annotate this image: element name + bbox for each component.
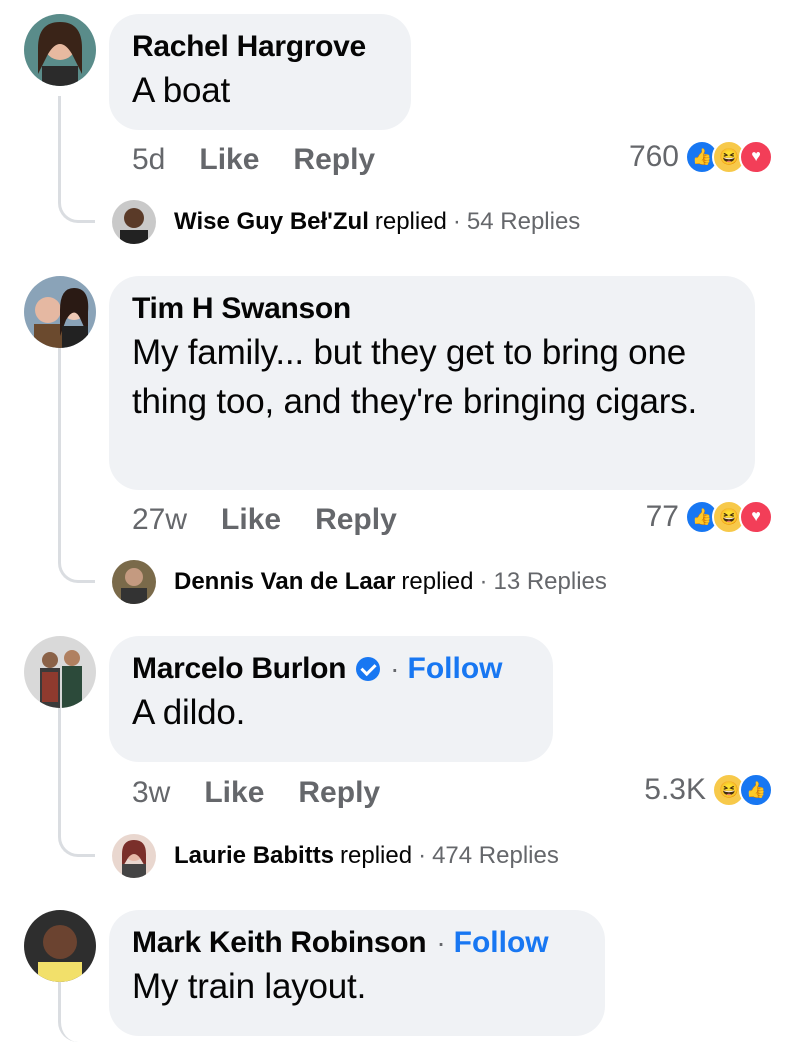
reply-preview[interactable]: Wise Guy Beł'Zul replied · 54 Replies: [112, 200, 580, 244]
comment-actions: 5d Like Reply: [132, 143, 409, 177]
separator-dot: ·: [452, 208, 461, 235]
reply-preview[interactable]: Dennis Van de Laar replied · 13 Replies: [112, 560, 607, 604]
thread-line: [58, 348, 95, 583]
comment-author[interactable]: Marcelo Burlon: [132, 652, 346, 686]
reaction-summary[interactable]: 760 👍 😆 ♥: [629, 140, 773, 174]
follow-button[interactable]: Follow: [454, 926, 549, 960]
love-reaction-icon: ♥: [739, 140, 773, 174]
reply-count: 54 Replies: [466, 208, 581, 235]
avatar[interactable]: [24, 276, 96, 348]
thread-line: [58, 708, 95, 857]
comment-actions: 3w Like Reply: [132, 776, 414, 810]
comment-text: My train layout.: [132, 967, 367, 1006]
comment-bubble[interactable]: Mark Keith Robinson · Follow My train la…: [109, 910, 605, 1036]
like-reaction-icon: 👍: [739, 773, 773, 807]
avatar[interactable]: [24, 910, 96, 982]
comment-bubble[interactable]: Rachel Hargrove A boat: [109, 14, 411, 130]
comment-actions: 27w Like Reply: [132, 503, 431, 537]
replier-name: Laurie Babitts: [174, 842, 335, 869]
reaction-count: 77: [645, 500, 679, 533]
reaction-summary[interactable]: 5.3K 😆 👍: [644, 773, 773, 807]
separator-dot: ·: [418, 842, 427, 869]
comment-bubble[interactable]: Marcelo Burlon · Follow A dildo.: [109, 636, 553, 762]
reply-button[interactable]: Reply: [315, 503, 397, 537]
reply-button[interactable]: Reply: [298, 776, 380, 810]
reply-count: 13 Replies: [493, 568, 607, 595]
replied-label: replied: [374, 208, 447, 235]
avatar[interactable]: [24, 636, 96, 708]
like-button[interactable]: Like: [204, 776, 264, 810]
thread-line: [58, 96, 95, 223]
like-button[interactable]: Like: [199, 143, 259, 177]
reply-preview[interactable]: Laurie Babitts replied · 474 Replies: [112, 834, 559, 878]
reaction-count: 760: [628, 140, 679, 173]
comment-bubble[interactable]: Tim H Swanson My family... but they get …: [109, 276, 755, 490]
verified-badge-icon: [356, 657, 381, 681]
replied-label: replied: [401, 568, 474, 595]
love-reaction-icon: ♥: [739, 500, 773, 534]
avatar: [112, 834, 156, 878]
reaction-summary[interactable]: 77 👍 😆 ♥: [646, 500, 773, 534]
comment-author[interactable]: Mark Keith Robinson: [132, 926, 427, 960]
comment-text: A dildo.: [132, 693, 246, 732]
avatar: [112, 200, 156, 244]
replied-label: replied: [340, 842, 413, 869]
comment-text: A boat: [132, 71, 231, 110]
reply-button[interactable]: Reply: [293, 143, 375, 177]
timestamp[interactable]: 27w: [132, 503, 187, 537]
thread-line: [58, 982, 95, 1042]
comment-author[interactable]: Tim H Swanson: [132, 292, 351, 326]
like-button[interactable]: Like: [221, 503, 281, 537]
replier-name: Dennis Van de Laar: [174, 568, 396, 595]
comment-text: My family... but they get to bring one t…: [132, 333, 698, 421]
separator-dot: ·: [479, 568, 488, 595]
replier-name: Wise Guy Beł'Zul: [174, 208, 369, 235]
separator-dot: ·: [390, 653, 400, 684]
reaction-count: 5.3K: [644, 773, 706, 806]
timestamp[interactable]: 5d: [132, 143, 165, 177]
comment-author[interactable]: Rachel Hargrove: [132, 30, 366, 64]
avatar[interactable]: [24, 14, 96, 86]
separator-dot: ·: [436, 927, 446, 958]
timestamp[interactable]: 3w: [132, 776, 170, 810]
reply-count: 474 Replies: [432, 842, 559, 869]
avatar: [112, 560, 156, 604]
follow-button[interactable]: Follow: [408, 652, 503, 686]
